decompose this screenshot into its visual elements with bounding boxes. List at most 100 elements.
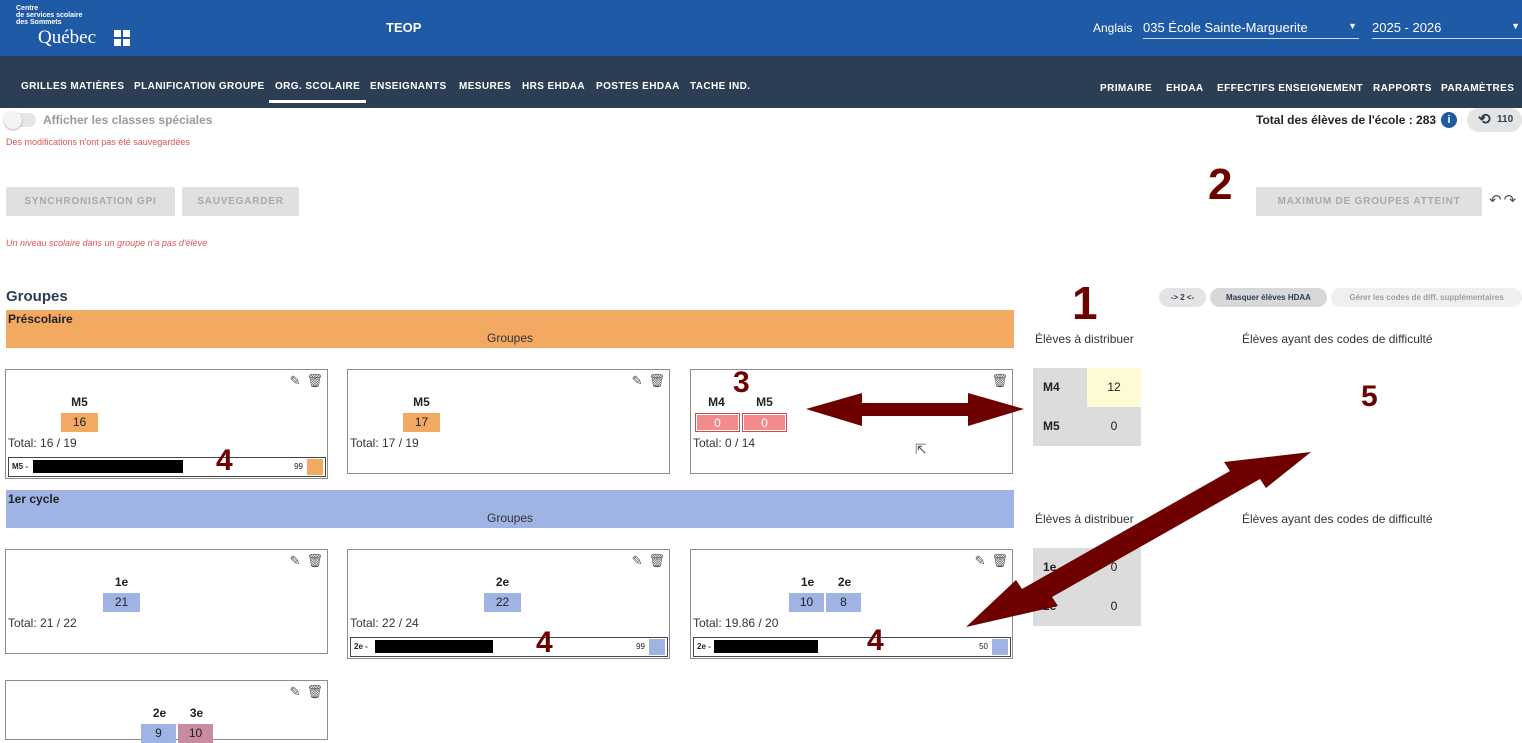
year-select-value: 2025 - 2026: [1372, 20, 1442, 35]
group-card[interactable]: ✎ 🗑 2e 3e 9 10: [5, 680, 328, 743]
prescolaire-title: Préscolaire: [8, 312, 73, 326]
distribute-table: 1e 0 2e 0: [1033, 548, 1141, 626]
trash-icon[interactable]: 🗑: [306, 373, 323, 388]
level-count[interactable]: 10: [178, 724, 213, 743]
distribute-row: 1e 0: [1033, 548, 1141, 587]
group-card[interactable]: ✎ 🗑 2e 22 Total: 22 / 24 2e - 99: [347, 549, 670, 659]
card-tools: ✎ 🗑: [969, 553, 1008, 569]
redo-icon[interactable]: ↷: [1504, 192, 1519, 209]
level-color-swatch: [992, 639, 1008, 655]
distribute-level: M5: [1043, 419, 1060, 433]
group-total: Total: 19.86 / 20: [693, 616, 779, 630]
quebec-logo: Centre de services scolaire des Sommets …: [16, 5, 156, 51]
difficulty-heading: Élèves ayant des codes de difficulté: [1242, 332, 1433, 346]
hide-hdaa-chip[interactable]: Masquer élèves HDAA: [1210, 288, 1327, 307]
redacted-name: [33, 460, 183, 473]
level-label: 2e: [152, 706, 167, 720]
distribute-table: M4 12 M5 0: [1033, 368, 1141, 446]
annotation-4: 4: [536, 626, 553, 659]
pencil-icon[interactable]: ✎: [632, 373, 643, 388]
level-count[interactable]: 16: [61, 413, 98, 432]
group-total: Total: 22 / 24: [350, 616, 419, 630]
distribute-heading: Élèves à distribuer: [1035, 332, 1134, 346]
info-icon[interactable]: i: [1441, 112, 1457, 128]
redacted-name: [375, 640, 493, 653]
pencil-icon[interactable]: ✎: [975, 553, 986, 568]
pencil-icon[interactable]: ✎: [632, 553, 643, 568]
group-card[interactable]: ✎ 🗑 1e 21 Total: 21 / 22: [5, 549, 328, 654]
history-count: 110: [1497, 114, 1514, 125]
distribute-level: M4: [1043, 380, 1060, 394]
manage-codes-chip[interactable]: Gérer les codes de diff. supplémentaires: [1331, 288, 1522, 307]
pencil-icon[interactable]: ✎: [290, 684, 301, 699]
level-count[interactable]: 10: [789, 593, 824, 612]
difficulty-heading: Élèves ayant des codes de difficulté: [1242, 512, 1433, 526]
distribute-value[interactable]: 0: [1087, 587, 1141, 626]
mouse-cursor-icon: ⇱: [915, 441, 927, 457]
cycle1-subtitle: Groupes: [486, 511, 534, 525]
history-button[interactable]: ⟲ 110: [1467, 108, 1522, 132]
annotation-4: 4: [867, 624, 884, 657]
level-count[interactable]: 21: [103, 593, 140, 612]
nav-tache-ind[interactable]: TACHE IND.: [690, 81, 750, 92]
level-count[interactable]: 8: [826, 593, 861, 612]
level-count-empty[interactable]: 0: [742, 413, 787, 432]
annotation-4: 4: [216, 444, 233, 477]
year-select[interactable]: 2025 - 2026 ▼: [1372, 17, 1522, 39]
trash-icon[interactable]: 🗑: [648, 373, 665, 388]
nav-mesures[interactable]: MESURES: [459, 81, 511, 92]
trash-icon[interactable]: 🗑: [991, 553, 1008, 568]
level-count-empty[interactable]: 0: [695, 413, 740, 432]
nav-hrs-ehdaa[interactable]: HRS EHDAA: [522, 81, 585, 92]
student-row[interactable]: M5 - 99: [8, 457, 326, 477]
level-count[interactable]: 9: [141, 724, 176, 743]
save-button[interactable]: SAUVEGARDER: [182, 187, 299, 216]
level-count[interactable]: 17: [403, 413, 440, 432]
group-card[interactable]: ✎ 🗑 1e 2e 10 8 Total: 19.86 / 20 2e - 50: [690, 549, 1013, 659]
nav-postes-ehdaa[interactable]: POSTES EHDAA: [596, 81, 680, 92]
nav-grilles-matieres[interactable]: GRILLES MATIÈRES: [21, 81, 124, 92]
nav-planification-groupe[interactable]: PLANIFICATION GROUPE: [134, 81, 265, 92]
nav-rapports[interactable]: RAPPORTS: [1373, 83, 1432, 94]
student-number: 99: [294, 462, 303, 471]
group-card[interactable]: ✎ 🗑 M5 17 Total: 17 / 19: [347, 369, 670, 474]
level-count[interactable]: 22: [484, 593, 521, 612]
nav-enseignants[interactable]: ENSEIGNANTS: [370, 81, 447, 92]
trash-icon[interactable]: 🗑: [648, 553, 665, 568]
unsaved-warning: Des modifications n'ont pas été sauvegar…: [6, 137, 190, 147]
nav-parametres[interactable]: PARAMÈTRES: [1441, 83, 1514, 94]
student-code: 2e -: [354, 642, 368, 651]
level-label: 3e: [189, 706, 204, 720]
level-color-swatch: [307, 459, 323, 475]
undo-icon[interactable]: ↶: [1489, 192, 1504, 209]
group-card[interactable]: ✎ 🗑 M5 16 Total: 16 / 19 M5 - 99: [5, 369, 328, 479]
annotation-5: 5: [1361, 380, 1378, 413]
student-row[interactable]: 2e - 50: [693, 637, 1011, 657]
max-groups-button[interactable]: MAXIMUM DE GROUPES ATTEINT: [1256, 187, 1482, 216]
school-select[interactable]: 035 École Sainte-Marguerite ▼: [1143, 17, 1359, 39]
sync-gpi-button[interactable]: SYNCHRONISATION GPI: [6, 187, 175, 216]
nav-primaire[interactable]: PRIMAIRE: [1100, 83, 1152, 94]
pencil-icon[interactable]: ✎: [290, 373, 301, 388]
student-row[interactable]: 2e - 99: [350, 637, 668, 657]
nav-effectifs-enseignement[interactable]: EFFECTIFS ENSEIGNEMENT: [1217, 83, 1363, 94]
group-total: Total: 16 / 19: [8, 436, 77, 450]
top-header: Centre de services scolaire des Sommets …: [0, 0, 1522, 56]
level-toggle-chip[interactable]: -> 2 <-: [1159, 288, 1206, 307]
special-classes-toggle[interactable]: [4, 111, 36, 129]
student-code: M5 -: [12, 462, 28, 471]
student-code: 2e -: [697, 642, 711, 651]
trash-icon[interactable]: 🗑: [306, 553, 323, 568]
distribute-value[interactable]: 0: [1087, 407, 1141, 446]
pencil-icon[interactable]: ✎: [290, 553, 301, 568]
trash-icon[interactable]: 🗑: [991, 373, 1008, 388]
trash-icon[interactable]: 🗑: [306, 684, 323, 699]
level-label: M4: [708, 395, 725, 409]
nav-org-scolaire[interactable]: ORG. SCOLAIRE: [268, 81, 367, 103]
distribute-value[interactable]: 12: [1087, 368, 1141, 407]
nav-ehdaa[interactable]: EHDAA: [1166, 83, 1204, 94]
student-number: 99: [636, 642, 645, 651]
logo-quebec-text: Québec: [38, 27, 97, 48]
distribute-row: 2e 0: [1033, 587, 1141, 626]
distribute-value[interactable]: 0: [1087, 548, 1141, 587]
